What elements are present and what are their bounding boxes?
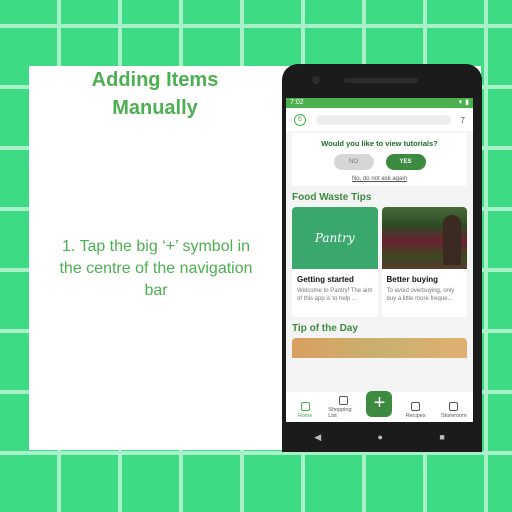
left-counter[interactable]: 6 — [294, 114, 306, 126]
card-title: Better buying — [386, 275, 439, 284]
card-desc: Welcome to Pantry! The aim of this app i… — [297, 288, 373, 302]
system-navigation: ◀ ● ■ — [286, 422, 473, 452]
card-title: Getting started — [297, 275, 354, 284]
back-icon[interactable]: ◀ — [314, 432, 321, 443]
status-time: 7:02 — [290, 99, 304, 106]
right-counter[interactable]: 7 — [461, 116, 465, 125]
speaker-grille — [344, 78, 418, 83]
instruction-text: 1. Tap the big ‘+’ symbol in the centre … — [59, 238, 253, 299]
tip-card-getting-started[interactable]: Pantry Getting started Welcome to Pantry… — [292, 207, 378, 317]
phone-frame: 7:02 ▾ ▮ 6 7 Would you like to view tuto… — [282, 64, 482, 452]
tip-card-better-buying[interactable]: Better buying To avoid overbuying, only … — [381, 207, 467, 317]
nav-shopping-list[interactable]: Shopping List — [328, 396, 358, 419]
tip-of-the-day-title: Tip of the Day — [292, 323, 358, 334]
storeroom-icon — [449, 402, 459, 411]
pantry-logo-image: Pantry — [292, 207, 378, 269]
tutorial-prompt-card: Would you like to view tutorials? NO YES… — [292, 133, 467, 186]
do-not-ask-link[interactable]: No, do not ask again — [296, 176, 463, 182]
nav-home[interactable]: Home — [290, 402, 320, 419]
app-screen: 7:02 ▾ ▮ 6 7 Would you like to view tuto… — [286, 98, 473, 422]
top-bar: 6 7 — [286, 109, 473, 131]
nav-shopping-label: Shopping List — [328, 407, 352, 419]
no-button[interactable]: NO — [333, 154, 374, 170]
tutorial-question: Would you like to view tutorials? — [321, 139, 438, 148]
bottom-navigation: Home Shopping List + Recipes Storeroom — [286, 391, 473, 422]
nav-recipes[interactable]: Recipes — [401, 402, 431, 419]
wifi-icon: ▾ — [458, 99, 463, 106]
tips-carousel[interactable]: Pantry Getting started Welcome to Pantry… — [292, 207, 467, 317]
nav-recipes-label: Recipes — [405, 413, 426, 419]
card-desc: To avoid overbuying, only buy a little m… — [386, 288, 455, 302]
food-waste-tips-title: Food Waste Tips — [292, 192, 372, 203]
nav-storeroom[interactable]: Storeroom — [439, 402, 469, 419]
nav-storeroom-label: Storeroom — [441, 413, 467, 419]
home-icon — [300, 402, 310, 411]
add-item-button[interactable]: + — [366, 391, 393, 417]
search-bar[interactable] — [316, 115, 451, 125]
camera-icon — [312, 76, 320, 84]
tip-of-the-day-image[interactable] — [292, 338, 467, 358]
pantry-logo-text: Pantry — [314, 231, 355, 245]
home-circle-icon[interactable]: ● — [378, 432, 383, 442]
status-bar: 7:02 ▾ ▮ — [286, 98, 473, 108]
slide-title: Adding Items Manually — [91, 69, 219, 119]
cart-icon — [338, 396, 348, 405]
battery-icon: ▮ — [465, 99, 469, 106]
recents-icon[interactable]: ■ — [439, 432, 444, 442]
yes-button[interactable]: YES — [385, 154, 426, 170]
shopper-figure — [443, 215, 461, 265]
recipe-icon — [411, 402, 421, 411]
grocery-shopping-image — [381, 207, 467, 269]
nav-home-label: Home — [297, 413, 313, 419]
